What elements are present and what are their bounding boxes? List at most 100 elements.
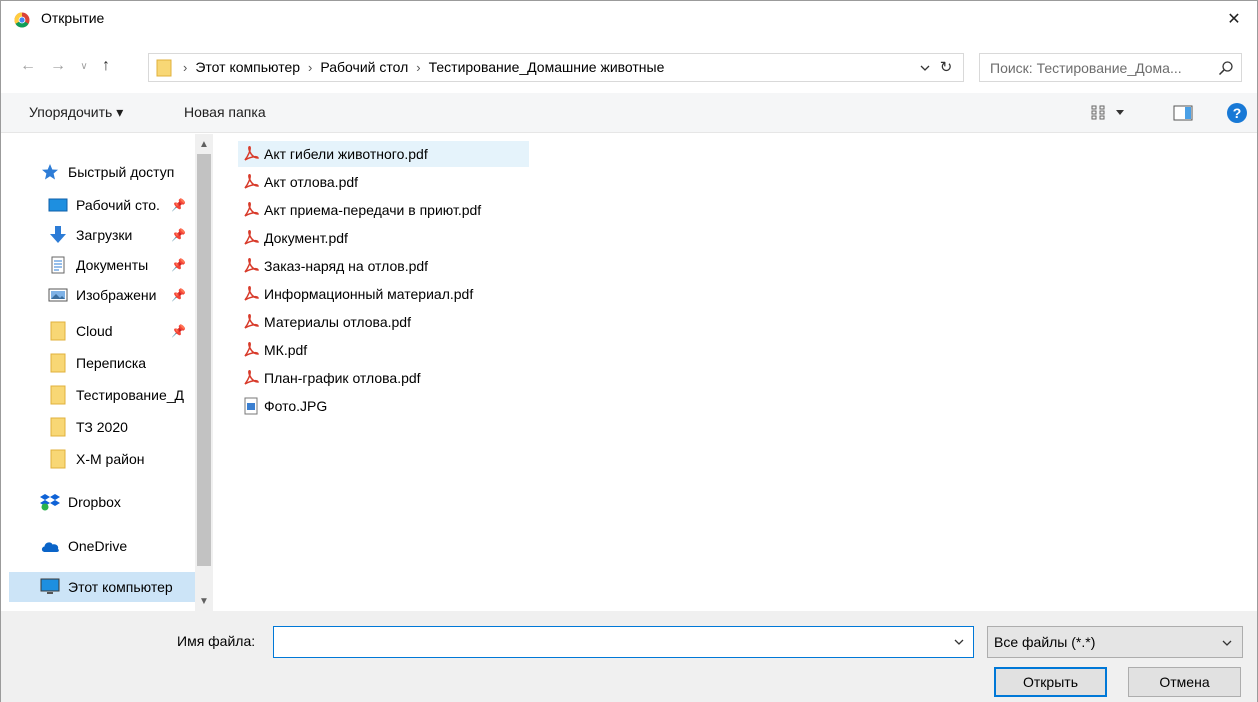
chevron-down-icon	[954, 639, 964, 645]
sidebar-item-onedrive[interactable]: OneDrive	[1, 531, 197, 561]
file-name: Заказ-наряд на отлов.pdf	[264, 258, 429, 274]
open-button[interactable]: Открыть	[994, 667, 1107, 697]
search-icon	[1218, 61, 1233, 76]
crumb-separator: ›	[416, 59, 421, 75]
chevron-down-icon	[1116, 110, 1124, 115]
crumb-separator: ›	[308, 59, 313, 75]
breadcrumb-current-folder[interactable]: Тестирование_Домашние животные	[429, 59, 665, 75]
scroll-thumb[interactable]	[197, 154, 211, 566]
organize-button[interactable]: Упорядочить ▾	[29, 104, 123, 121]
dropbox-icon	[40, 493, 60, 511]
address-dropdown-button[interactable]	[918, 60, 932, 76]
forward-button[interactable]: →	[47, 57, 69, 75]
back-button[interactable]: ←	[17, 57, 39, 75]
list-item[interactable]: Акт гибели животного.pdf	[238, 141, 529, 167]
sidebar-item-quick-access[interactable]: Быстрый доступ	[1, 157, 197, 187]
sidebar-item-label: Быстрый доступ	[68, 164, 175, 180]
file-name: Акт отлова.pdf	[264, 174, 359, 190]
help-button[interactable]: ?	[1227, 103, 1247, 123]
breadcrumb-desktop[interactable]: Рабочий стол	[320, 59, 408, 75]
sidebar-item-label: Изображени	[76, 287, 157, 303]
sidebar-item-pictures[interactable]: Изображени 📌	[1, 280, 197, 310]
list-item[interactable]: МК.pdf	[238, 337, 529, 363]
list-item[interactable]: План-график отлова.pdf	[238, 365, 529, 391]
sidebar-item-correspondence[interactable]: Переписка	[1, 348, 197, 378]
image-file-icon	[244, 397, 258, 415]
breadcrumb-this-pc[interactable]: Этот компьютер	[195, 59, 300, 75]
window-title: Открытие	[41, 10, 105, 26]
documents-icon	[48, 256, 68, 274]
list-item[interactable]: Заказ-наряд на отлов.pdf	[238, 253, 529, 279]
list-item[interactable]: Документ.pdf	[238, 225, 529, 251]
sidebar-item-label: Этот компьютер	[68, 579, 173, 595]
new-folder-button[interactable]: Новая папка	[184, 104, 266, 120]
sidebar-item-dropbox[interactable]: Dropbox	[1, 487, 197, 517]
pdf-file-icon	[244, 146, 259, 161]
file-type-value: Все файлы (*.*)	[994, 634, 1096, 650]
folder-icon	[48, 385, 68, 405]
sidebar-item-tz-2020[interactable]: ТЗ 2020	[1, 412, 197, 442]
scroll-up-arrow[interactable]: ▲	[195, 136, 213, 152]
file-type-dropdown[interactable]	[1220, 636, 1234, 650]
file-type-select[interactable]: Все файлы (*.*)	[987, 626, 1243, 658]
sidebar-item-label: Cloud	[76, 323, 113, 339]
chevron-down-icon	[1222, 640, 1232, 646]
list-item[interactable]: Акт отлова.pdf	[238, 169, 529, 195]
folder-icon	[156, 59, 172, 77]
preview-pane-icon[interactable]	[1173, 105, 1193, 121]
file-name: Акт гибели животного.pdf	[264, 146, 428, 162]
list-item[interactable]: Фото.JPG	[238, 393, 529, 419]
cancel-button[interactable]: Отмена	[1128, 667, 1241, 697]
navigation-pane: Быстрый доступ Рабочий сто. 📌 Загрузки 📌…	[1, 134, 213, 611]
sidebar-item-hm-district[interactable]: Х-М район	[1, 444, 197, 474]
sidebar-item-this-pc[interactable]: Этот компьютер	[9, 572, 197, 602]
open-file-dialog: Открытие ✕ ← → ∨ ↑ › Этот компьютер › Ра…	[0, 0, 1258, 702]
search-placeholder: Поиск: Тестирование_Дома...	[990, 60, 1182, 76]
pdf-file-icon	[244, 202, 259, 217]
pin-icon: 📌	[171, 324, 186, 338]
sidebar-item-cloud[interactable]: Cloud 📌	[1, 316, 197, 346]
filename-input[interactable]	[273, 626, 974, 658]
folder-icon	[48, 417, 68, 437]
onedrive-icon	[40, 537, 60, 555]
folder-icon	[48, 353, 68, 373]
sidebar-item-label: Х-М район	[76, 451, 145, 467]
file-name: МК.pdf	[264, 342, 308, 358]
download-icon	[48, 226, 68, 244]
close-icon: ✕	[1227, 11, 1241, 28]
list-item[interactable]: Информационный материал.pdf	[238, 281, 529, 307]
command-toolbar: Упорядочить ▾ Новая папка ?	[1, 93, 1257, 133]
sidebar-scrollbar[interactable]: ▲ ▼	[195, 134, 213, 611]
sidebar-item-downloads[interactable]: Загрузки 📌	[1, 220, 197, 250]
desktop-icon	[48, 196, 68, 214]
pdf-file-icon	[244, 286, 259, 301]
folder-icon	[48, 449, 68, 469]
sidebar-item-label: ТЗ 2020	[76, 419, 128, 435]
pdf-file-icon	[244, 314, 259, 329]
title-bar: Открытие ✕	[1, 1, 1257, 37]
list-item[interactable]: Материалы отлова.pdf	[238, 309, 529, 335]
sidebar-item-label: Тестирование_Д	[76, 387, 185, 403]
pdf-file-icon	[244, 230, 259, 245]
chrome-icon	[14, 12, 30, 28]
sidebar-item-testing-folder[interactable]: Тестирование_Д	[1, 380, 197, 410]
list-item[interactable]: Акт приема-передачи в приют.pdf	[238, 197, 529, 223]
recent-locations-button[interactable]: ∨	[77, 57, 91, 75]
breadcrumb: › Этот компьютер › Рабочий стол › Тестир…	[183, 59, 664, 75]
change-view-button[interactable]	[1091, 103, 1131, 123]
up-button[interactable]: ↑	[95, 57, 117, 75]
refresh-button[interactable]: ↻	[937, 57, 955, 77]
close-button[interactable]: ✕	[1211, 1, 1257, 37]
filename-dropdown-button[interactable]	[951, 635, 967, 649]
scroll-down-arrow[interactable]: ▼	[195, 593, 213, 609]
filename-label: Имя файла:	[177, 633, 256, 649]
computer-icon	[40, 578, 60, 596]
pdf-file-icon	[244, 258, 259, 273]
address-bar[interactable]: › Этот компьютер › Рабочий стол › Тестир…	[148, 53, 964, 82]
pdf-file-icon	[244, 370, 259, 385]
file-name: Документ.pdf	[264, 230, 348, 246]
sidebar-item-desktop[interactable]: Рабочий сто. 📌	[1, 190, 197, 220]
search-input[interactable]: Поиск: Тестирование_Дома...	[979, 53, 1242, 82]
sidebar-item-documents[interactable]: Документы 📌	[1, 250, 197, 280]
folder-icon	[48, 321, 68, 341]
